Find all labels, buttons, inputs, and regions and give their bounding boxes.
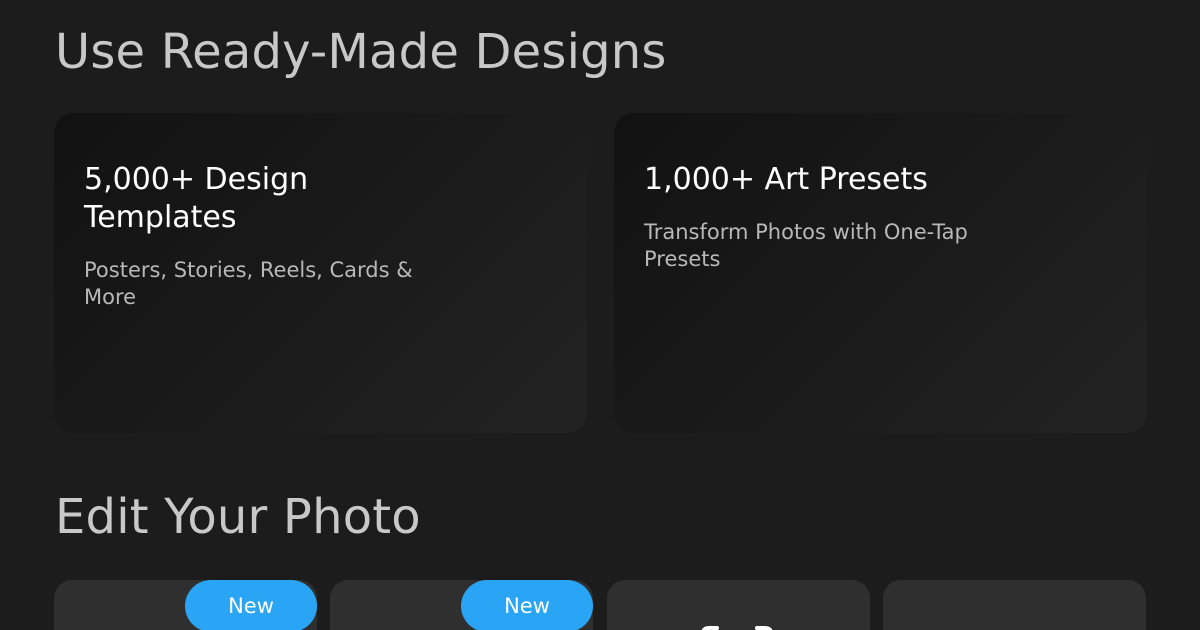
design-templates-heading: 5,000+ Design Templates <box>84 162 309 235</box>
page: Use Ready-Made Designs 5,000+ Design Tem… <box>0 0 1200 630</box>
edit-tool-tile-2[interactable]: New <box>330 580 593 630</box>
tool-icon <box>442 624 478 630</box>
art-presets-card[interactable]: 1,000+ Art Presets Transform Photos with… <box>614 113 1147 433</box>
tool-icon <box>701 626 773 630</box>
new-badge: New <box>185 580 317 630</box>
design-templates-subtitle: Posters, Stories, Reels, Cards & More <box>84 258 413 309</box>
new-badge: New <box>461 580 593 630</box>
design-templates-card[interactable]: 5,000+ Design Templates Posters, Stories… <box>54 113 587 433</box>
edit-tool-tile-1[interactable]: New <box>54 580 317 630</box>
edit-tool-tile-4[interactable] <box>883 580 1146 630</box>
edit-tool-tile-3[interactable] <box>607 580 870 630</box>
art-presets-heading: 1,000+ Art Presets <box>644 162 928 197</box>
art-presets-subtitle: Transform Photos with One-Tap Presets <box>644 220 968 271</box>
ready-made-designs-title: Use Ready-Made Designs <box>55 24 667 80</box>
edit-your-photo-title: Edit Your Photo <box>55 489 421 545</box>
tool-icon <box>1005 624 1041 630</box>
